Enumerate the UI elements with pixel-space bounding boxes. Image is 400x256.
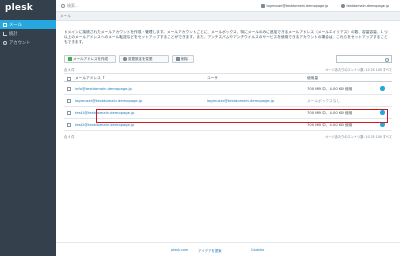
sidebar: plesk メール 統計 アカウント: [0, 0, 56, 256]
settings-label: 変更設定を変更: [128, 56, 153, 61]
usage-text: 700 MB 中、4.00 KB 使用: [307, 123, 353, 127]
per-page-selector[interactable]: ページあたりのエントリ数: 10 25 100 すべて: [325, 67, 392, 72]
sidebar-item-stats[interactable]: 統計: [0, 29, 56, 38]
list-search-input[interactable]: [336, 55, 392, 63]
main-content: 検索... logmuser@testdomain.demopage.jp te…: [56, 0, 400, 256]
domain-label: testdomain.demopage.jp: [346, 4, 390, 8]
table-header: メールアドレス ↑ ユーザ 使用量: [64, 73, 392, 82]
global-search-input[interactable]: 検索...: [61, 2, 221, 10]
top-bar: 検索... logmuser@testdomain.demopage.jp te…: [56, 0, 400, 12]
gear-icon: [123, 57, 127, 61]
search-icon: [385, 57, 389, 62]
footer: plesk.com アイデアを提案 Cookies: [56, 242, 400, 256]
footer-site-link[interactable]: plesk.com: [171, 248, 188, 252]
sidebar-item-mail[interactable]: メール: [0, 20, 56, 29]
column-user[interactable]: ユーザ: [207, 76, 218, 81]
search-placeholder: 検索...: [67, 3, 79, 8]
footer-suggest-link[interactable]: アイデアを提案: [198, 248, 222, 253]
remove-button[interactable]: 削除: [172, 55, 194, 63]
globe-icon: [341, 4, 345, 8]
email-link[interactable]: info@testdomain.demopage.jp: [75, 87, 132, 91]
email-link[interactable]: test2@testdomain.demopage.jp: [75, 123, 134, 127]
domain-menu-button[interactable]: testdomain.demopage.jp: [341, 2, 389, 10]
sidebar-item-label: メール: [9, 22, 22, 28]
per-page-selector-bottom[interactable]: ページあたりのエントリ数: 10 25 100 すべて: [325, 134, 392, 139]
breadcrumb[interactable]: メール: [60, 14, 71, 19]
mail-icon: [3, 22, 7, 27]
trash-icon: [176, 57, 180, 61]
mail-status-icon: [380, 86, 385, 91]
sidebar-item-label: 統計: [9, 31, 18, 37]
item-count: 合 4 件: [64, 68, 75, 72]
plus-icon: [68, 57, 72, 61]
search-icon: [61, 4, 65, 8]
table-row: info@testdomain.demopage.jp 700 MB 中、4.0…: [64, 83, 392, 95]
row-checkbox[interactable]: [67, 87, 71, 91]
usage-text: 700 MB 中、4.00 KB 使用: [307, 87, 353, 91]
sidebar-item-account[interactable]: アカウント: [0, 38, 56, 47]
chart-icon: [3, 31, 7, 36]
footer-cookies-link[interactable]: Cookies: [251, 248, 264, 252]
user-icon: [261, 4, 265, 8]
email-link[interactable]: logmuser@testdomain.demopage.jp: [75, 99, 142, 103]
plesk-logo: plesk: [5, 3, 33, 13]
user-icon: [3, 40, 7, 45]
column-email[interactable]: メールアドレス ↑: [75, 76, 105, 81]
row-checkbox[interactable]: [67, 123, 71, 127]
change-settings-button[interactable]: 変更設定を変更: [119, 55, 169, 63]
create-label: メールアドレスを作成: [73, 56, 108, 61]
user-link[interactable]: logmuser@testdomain.demopage.jp: [207, 99, 274, 103]
highlight-box: [96, 109, 388, 123]
column-usage[interactable]: 使用量: [307, 76, 318, 81]
row-checkbox[interactable]: [67, 99, 71, 103]
usage-text: メールボックスなし: [307, 99, 341, 103]
remove-label: 削除: [181, 56, 188, 61]
table-row: logmuser@testdomain.demopage.jp logmuser…: [64, 95, 392, 107]
account-menu-button[interactable]: logmuser@testdomain.demopage.jp: [261, 2, 328, 10]
account-label: logmuser@testdomain.demopage.jp: [266, 4, 329, 8]
item-count-bottom: 合 4 件: [64, 135, 75, 139]
create-email-button[interactable]: メールアドレスを作成: [64, 55, 116, 63]
select-all-checkbox[interactable]: [67, 76, 71, 81]
sidebar-item-label: アカウント: [9, 40, 31, 46]
breadcrumb-bar: メール: [56, 12, 400, 21]
page-description: ドメインに接続されたメールアカウントを作成・管理します。メールアカウントごとに、…: [64, 30, 388, 45]
row-checkbox[interactable]: [67, 111, 71, 115]
